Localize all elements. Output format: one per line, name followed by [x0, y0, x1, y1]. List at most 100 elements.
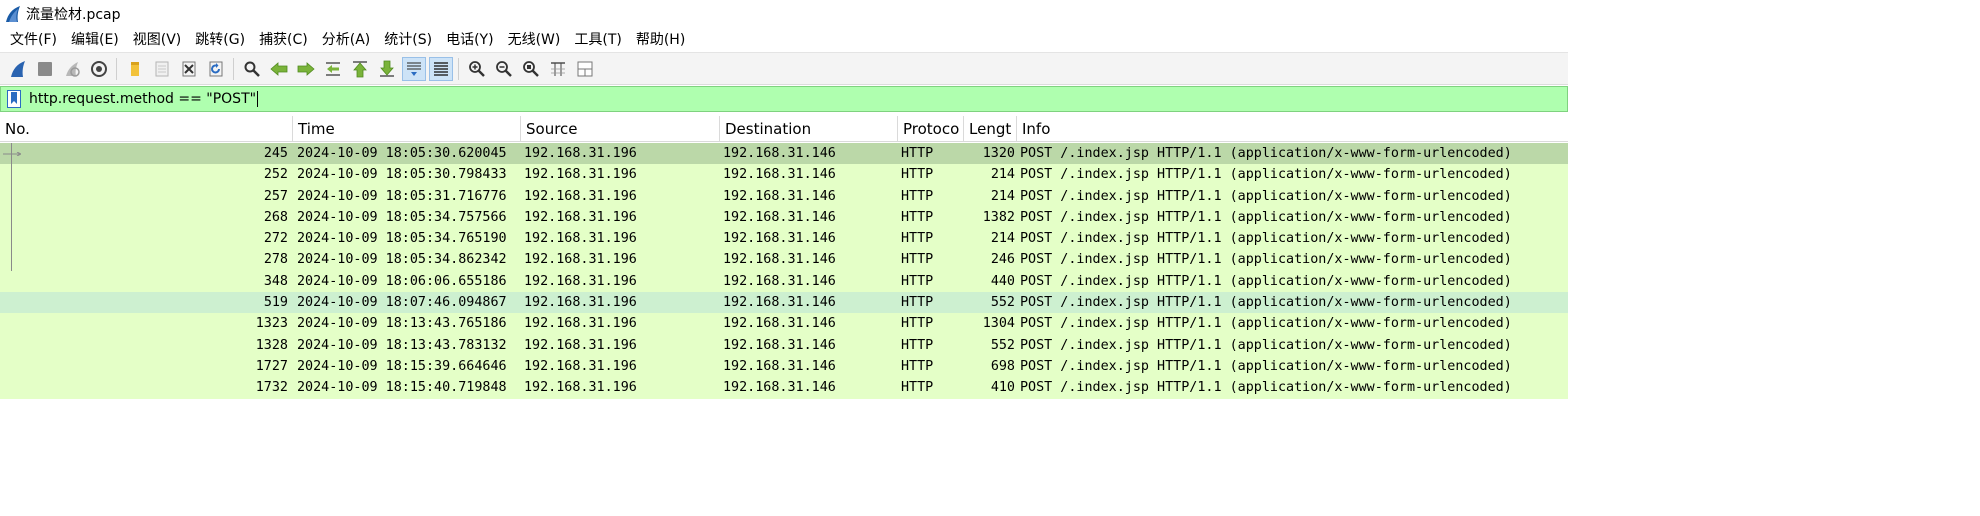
last-packet-icon[interactable]: [375, 57, 399, 81]
related-packet-line: [11, 143, 12, 271]
menu-help[interactable]: 帮助(H): [629, 28, 692, 52]
cell-no: 1323: [255, 316, 288, 332]
reload-file-icon[interactable]: [204, 57, 228, 81]
table-row[interactable]: 278 2024-10-09 18:05:34.862342 192.168.3…: [0, 249, 1568, 271]
cell-destination: 192.168.31.146: [723, 316, 836, 332]
cell-destination: 192.168.31.146: [723, 252, 836, 268]
table-row[interactable]: 1328 2024-10-09 18:13:43.783132 192.168.…: [0, 334, 1568, 356]
go-back-icon[interactable]: [267, 57, 291, 81]
cell-info: POST /.index.jsp HTTP/1.1 (application/x…: [1020, 273, 1512, 289]
find-packet-icon[interactable]: [240, 57, 264, 81]
cell-length: 1382: [982, 209, 1015, 225]
cell-length: 214: [990, 231, 1015, 247]
cell-time: 2024-10-09 18:07:46.094867: [297, 295, 507, 311]
cell-info: POST /.index.jsp HTTP/1.1 (application/x…: [1020, 358, 1512, 374]
column-header-source[interactable]: Source: [521, 116, 720, 142]
table-row[interactable]: 245 2024-10-09 18:05:30.620045 192.168.3…: [0, 143, 1568, 165]
table-row[interactable]: 272 2024-10-09 18:05:34.765190 192.168.3…: [0, 228, 1568, 250]
cell-info: POST /.index.jsp HTTP/1.1 (application/x…: [1020, 380, 1512, 396]
cell-time: 2024-10-09 18:05:34.757566: [297, 209, 507, 225]
cell-protocol: HTTP: [901, 295, 934, 311]
cell-destination: 192.168.31.146: [723, 380, 836, 396]
column-header-protocol[interactable]: Protoco: [898, 116, 964, 142]
menu-wireless[interactable]: 无线(W): [501, 28, 568, 52]
cell-source: 192.168.31.196: [524, 188, 637, 204]
table-row[interactable]: 1323 2024-10-09 18:13:43.765186 192.168.…: [0, 313, 1568, 335]
cell-destination: 192.168.31.146: [723, 231, 836, 247]
display-filter-input[interactable]: http.request.method == "POST": [27, 87, 1567, 111]
save-file-icon[interactable]: [150, 57, 174, 81]
table-row[interactable]: 268 2024-10-09 18:05:34.757566 192.168.3…: [0, 206, 1568, 229]
cell-length: 246: [990, 252, 1015, 268]
menu-telephony[interactable]: 电话(Y): [439, 28, 500, 52]
table-row[interactable]: 1732 2024-10-09 18:15:40.719848 192.168.…: [0, 377, 1568, 399]
menu-view[interactable]: 视图(V): [126, 28, 189, 52]
cell-info: POST /.index.jsp HTTP/1.1 (application/x…: [1020, 167, 1512, 183]
zoom-out-icon[interactable]: [492, 57, 516, 81]
go-to-packet-icon[interactable]: [321, 57, 345, 81]
bookmark-icon[interactable]: [4, 89, 24, 109]
start-capture-icon[interactable]: [6, 57, 30, 81]
cell-time: 2024-10-09 18:05:31.716776: [297, 188, 507, 204]
cell-source: 192.168.31.196: [524, 358, 637, 374]
column-header-destination[interactable]: Destination: [720, 116, 898, 142]
wireshark-logo-icon: [6, 6, 20, 22]
resize-columns-icon[interactable]: [546, 57, 570, 81]
cell-protocol: HTTP: [901, 273, 934, 289]
table-row[interactable]: 257 2024-10-09 18:05:31.716776 192.168.3…: [0, 185, 1568, 207]
cell-time: 2024-10-09 18:05:34.765190: [297, 231, 507, 247]
cell-info: POST /.index.jsp HTTP/1.1 (application/x…: [1020, 295, 1512, 311]
table-row[interactable]: 348 2024-10-09 18:06:06.655186 192.168.3…: [0, 270, 1568, 293]
cell-destination: 192.168.31.146: [723, 146, 836, 161]
table-row[interactable]: 519 2024-10-09 18:07:46.094867 192.168.3…: [0, 292, 1568, 314]
colorize-icon[interactable]: [428, 56, 453, 81]
related-packet-arrow-icon: [3, 152, 21, 156]
menu-edit[interactable]: 编辑(E): [64, 28, 126, 52]
cell-length: 440: [990, 273, 1015, 289]
cell-source: 192.168.31.196: [524, 380, 637, 396]
window-title: 流量检材.pcap: [26, 7, 121, 23]
cell-protocol: HTTP: [901, 209, 934, 225]
close-file-icon[interactable]: [177, 57, 201, 81]
table-row[interactable]: 1727 2024-10-09 18:15:39.664646 192.168.…: [0, 355, 1568, 378]
first-packet-icon[interactable]: [348, 57, 372, 81]
cell-no: 268: [263, 209, 288, 225]
menu-go[interactable]: 跳转(G): [188, 28, 252, 52]
menu-tools[interactable]: 工具(T): [567, 28, 628, 52]
column-header-info[interactable]: Info: [1017, 116, 1568, 142]
menu-statistics[interactable]: 统计(S): [377, 28, 439, 52]
capture-options-icon[interactable]: [87, 57, 111, 81]
cell-info: POST /.index.jsp HTTP/1.1 (application/x…: [1020, 188, 1512, 204]
cell-length: 698: [990, 358, 1015, 374]
table-row[interactable]: 252 2024-10-09 18:05:30.798433 192.168.3…: [0, 164, 1568, 186]
column-header-time[interactable]: Time: [293, 116, 521, 142]
menu-analyze[interactable]: 分析(A): [315, 28, 378, 52]
column-header-length[interactable]: Lengt: [964, 116, 1017, 142]
cell-protocol: HTTP: [901, 337, 934, 353]
cell-source: 192.168.31.196: [524, 252, 637, 268]
stop-capture-icon[interactable]: [33, 57, 57, 81]
menu-file[interactable]: 文件(F): [3, 28, 64, 52]
cell-info: POST /.index.jsp HTTP/1.1 (application/x…: [1020, 146, 1512, 161]
cell-no: 1328: [255, 337, 288, 353]
cell-source: 192.168.31.196: [524, 337, 637, 353]
cell-no: 348: [263, 273, 288, 289]
cell-info: POST /.index.jsp HTTP/1.1 (application/x…: [1020, 337, 1512, 353]
auto-scroll-icon[interactable]: [401, 56, 426, 81]
cell-no: 519: [263, 295, 288, 311]
open-file-icon[interactable]: [123, 57, 147, 81]
normal-size-icon[interactable]: [519, 57, 543, 81]
zoom-in-icon[interactable]: [465, 57, 489, 81]
cell-destination: 192.168.31.146: [723, 188, 836, 204]
column-header-no[interactable]: No.: [0, 116, 293, 142]
cell-info: POST /.index.jsp HTTP/1.1 (application/x…: [1020, 316, 1512, 332]
cell-time: 2024-10-09 18:13:43.765186: [297, 316, 507, 332]
cell-protocol: HTTP: [901, 231, 934, 247]
menu-capture[interactable]: 捕获(C): [252, 28, 315, 52]
layout-icon[interactable]: [573, 57, 597, 81]
restart-capture-icon[interactable]: [60, 57, 84, 81]
cell-no: 257: [263, 188, 288, 204]
cell-source: 192.168.31.196: [524, 295, 637, 311]
title-bar: 流量检材.pcap: [0, 0, 1568, 28]
go-forward-icon[interactable]: [294, 57, 318, 81]
